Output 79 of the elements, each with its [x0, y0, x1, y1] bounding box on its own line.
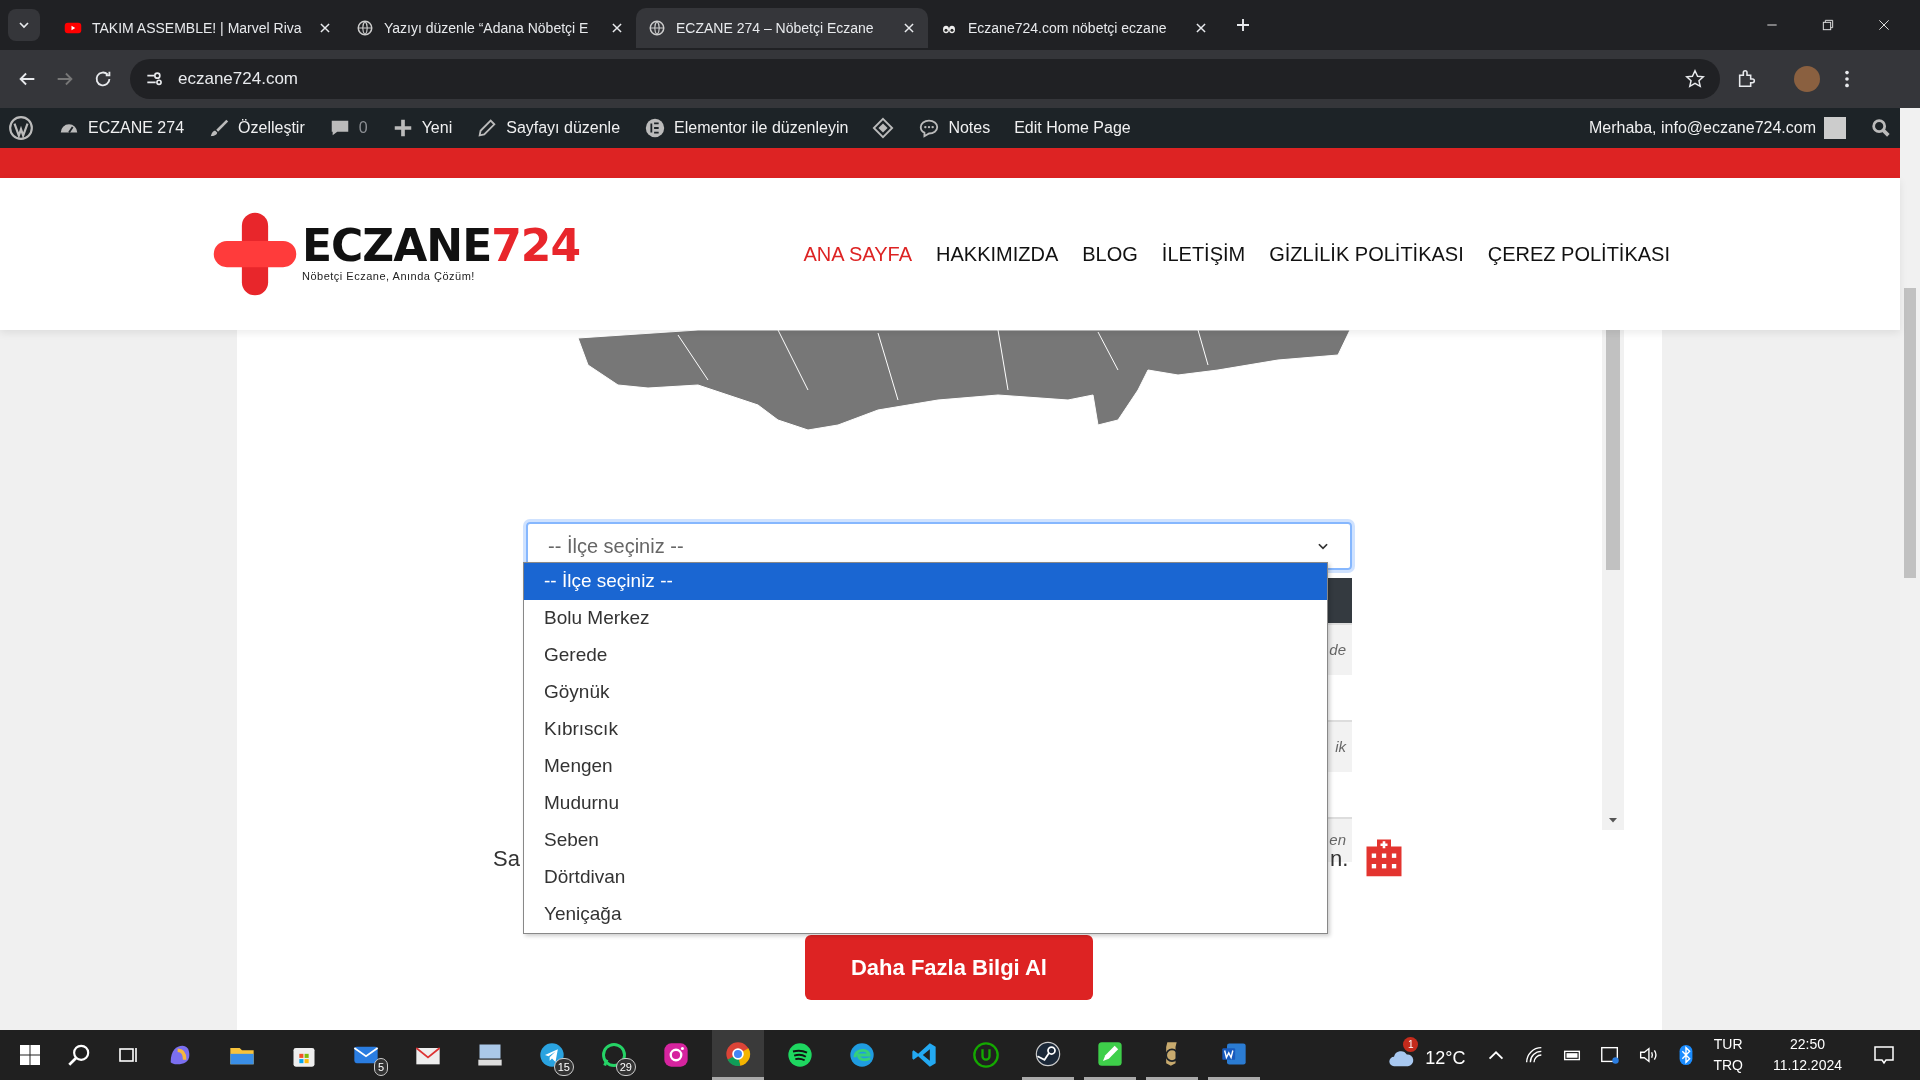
browser-tab[interactable]: ECZANE 274 – Nöbetçi Eczane: [636, 8, 928, 48]
sentence-fragment: n.: [1330, 845, 1349, 873]
notification-count: 1: [1403, 1037, 1419, 1052]
browser-tab[interactable]: Eczane724.com nöbetçi eczane: [928, 8, 1220, 48]
admin-bar-link[interactable]: Yeni: [391, 116, 453, 140]
globe-icon: [356, 19, 374, 37]
scrollbar-thumb[interactable]: [1904, 288, 1916, 578]
admin-bar-link[interactable]: Edit Home Page: [1014, 116, 1131, 140]
browser-tab[interactable]: TAKIM ASSEMBLE! | Marvel Riva: [52, 8, 344, 48]
dropdown-option[interactable]: Göynük: [524, 674, 1327, 711]
dropdown-option[interactable]: Mudurnu: [524, 785, 1327, 822]
display-sync-icon[interactable]: [1599, 1044, 1622, 1066]
notification-count: 5: [373, 1057, 388, 1076]
plus-icon[interactable]: [1234, 16, 1252, 34]
dropdown-option[interactable]: Seben: [524, 822, 1327, 859]
dropdown-option[interactable]: Dörtdivan: [524, 859, 1327, 896]
spotify-icon: [786, 1041, 814, 1069]
admin-bar-link[interactable]: Sayfayı düzenle: [476, 116, 621, 140]
more-info-button[interactable]: Daha Fazla Bilgi Al: [805, 935, 1093, 1000]
nav-link[interactable]: ÇEREZ POLİTİKASI: [1487, 239, 1670, 269]
star-icon[interactable]: [1684, 68, 1706, 90]
weather-widget[interactable]: 1 12°C: [1385, 1035, 1470, 1075]
sentence-fragment: Sa: [493, 845, 520, 873]
close-icon[interactable]: [1194, 21, 1208, 35]
elementor-icon: [644, 117, 667, 139]
camera-icon: [662, 1041, 690, 1069]
dropdown-option[interactable]: -- İlçe seçiniz --: [524, 563, 1327, 600]
account-link[interactable]: Merhaba, info@eczane724.com: [1588, 116, 1846, 140]
edge-icon: [848, 1041, 876, 1069]
tab-title: Eczane724.com nöbetçi eczane: [968, 18, 1168, 38]
nav-link[interactable]: HAKKIMIZDA: [936, 239, 1059, 269]
speech-bubble-icon: [918, 117, 941, 139]
admin-bar-link[interactable]: ECZANE 274: [58, 116, 185, 140]
nav-link[interactable]: İLETİŞİM: [1161, 239, 1246, 269]
clock[interactable]: 22:50 11.12.2024: [1772, 1034, 1842, 1076]
close-icon[interactable]: [610, 21, 624, 35]
chrome-icon: [724, 1039, 752, 1068]
notification-count: 29: [615, 1057, 636, 1076]
scrollbar[interactable]: [1602, 330, 1624, 830]
dropdown-option[interactable]: Yeniçağa: [524, 896, 1327, 933]
puzzle-icon[interactable]: [1736, 68, 1758, 90]
close-icon[interactable]: [1876, 17, 1892, 33]
steam-icon: [1034, 1039, 1062, 1068]
notification-icon[interactable]: [1872, 1043, 1896, 1067]
taskbar-app[interactable]: 29: [588, 1030, 640, 1080]
search-icon[interactable]: [1870, 117, 1892, 139]
nav-link[interactable]: GİZLİLİK POLİTİKASI: [1269, 239, 1464, 269]
browser-tab[interactable]: Yazıyı düzenle “Adana Nöbetçi E: [344, 8, 636, 48]
wordpress-logo-icon[interactable]: [8, 115, 34, 141]
globe-icon: [648, 19, 666, 37]
letter-circle-icon: [972, 1041, 1000, 1069]
language-indicator[interactable]: TUR TRQ: [1713, 1034, 1743, 1076]
search-icon[interactable]: [66, 1042, 92, 1068]
admin-bar-link[interactable]: 0: [328, 116, 368, 140]
admin-bar-link[interactable]: Notes: [918, 116, 991, 140]
pen-icon: [1096, 1039, 1124, 1068]
windows-icon[interactable]: [18, 1043, 42, 1067]
scrollbar[interactable]: [1900, 108, 1920, 1030]
nav-link[interactable]: BLOG: [1082, 239, 1138, 269]
diamond-icon[interactable]: [872, 117, 895, 139]
code-editor-icon: [910, 1041, 938, 1069]
taskbar-app[interactable]: 5: [340, 1030, 392, 1080]
close-icon[interactable]: [902, 21, 916, 35]
taskbar-app[interactable]: 15: [526, 1030, 578, 1080]
tab-search-button[interactable]: [8, 9, 40, 41]
admin-bar-link[interactable]: Elementor ile düzenleyin: [644, 116, 849, 140]
restore-icon[interactable]: [1820, 17, 1836, 33]
avatar: [1824, 117, 1846, 139]
nav-link[interactable]: ANA SAYFA: [803, 239, 913, 269]
scrollbar-thumb[interactable]: [1606, 330, 1620, 570]
tab-title: ECZANE 274 – Nöbetçi Eczane: [676, 18, 875, 38]
site-logo[interactable]: ECZANE724 Nöbetçi Eczane, Anında Çözüm!: [210, 205, 587, 303]
speaker-icon[interactable]: [1637, 1044, 1660, 1066]
close-icon[interactable]: [318, 21, 332, 35]
admin-bar-link[interactable]: Özelleştir: [208, 116, 305, 140]
taskbar-app[interactable]: [712, 1030, 764, 1080]
tab-title: Yazıyı düzenle “Adana Nöbetçi E: [384, 18, 590, 38]
tab-title: TAKIM ASSEMBLE! | Marvel Riva: [92, 18, 303, 38]
brush-icon: [208, 117, 231, 139]
